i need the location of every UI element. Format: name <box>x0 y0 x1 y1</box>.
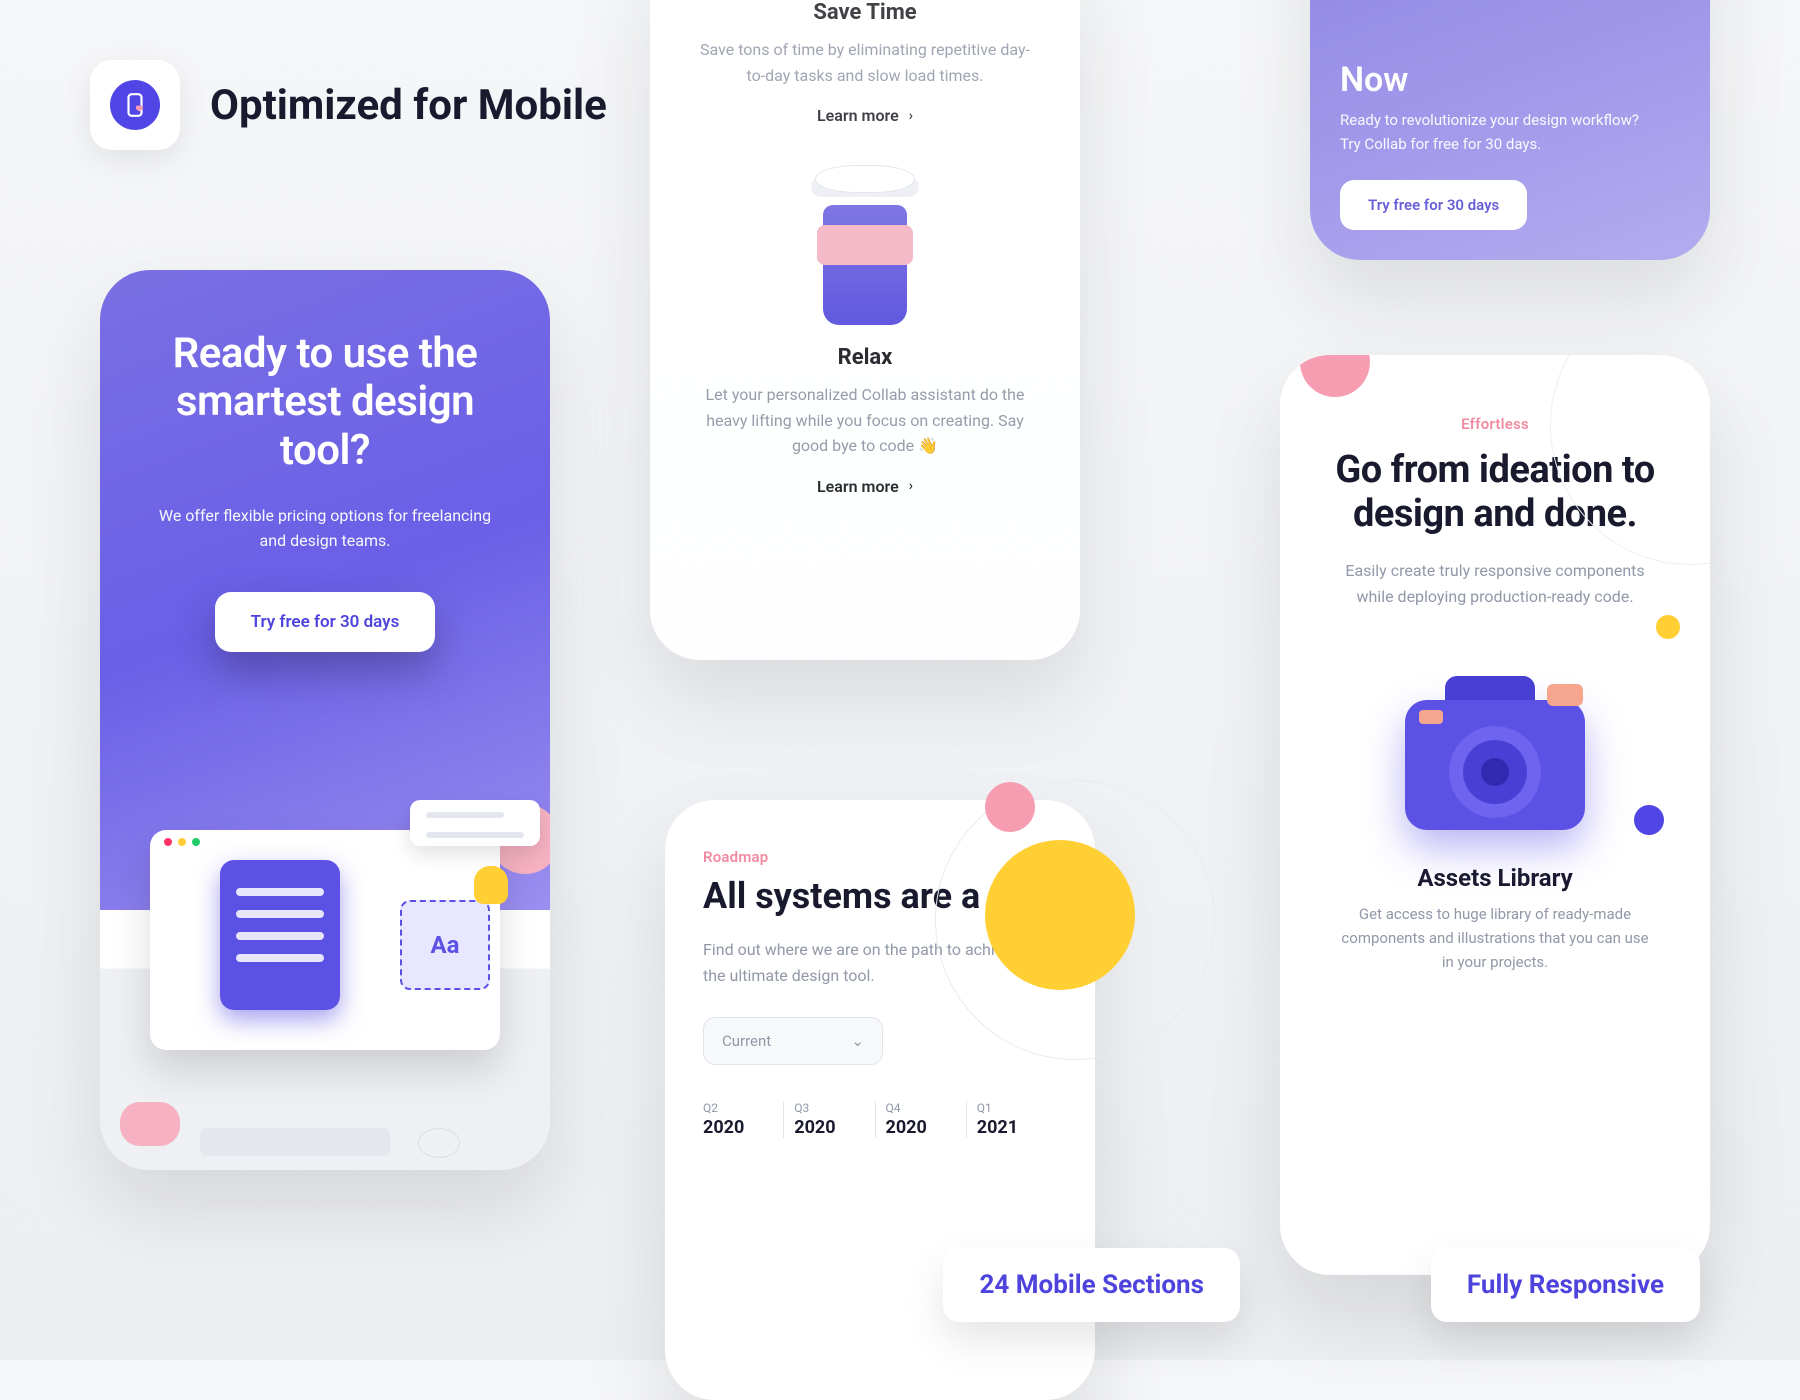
badge-mobile-sections: 24 Mobile Sections <box>943 1248 1240 1322</box>
mouse-icon <box>418 1128 460 1158</box>
roadmap-dropdown[interactable]: Current ⌄ <box>703 1017 883 1065</box>
try-now-title: Now <box>1340 60 1680 100</box>
timeline-quarter: Q2 <box>703 1101 783 1115</box>
decorative-dot-pink <box>985 782 1035 832</box>
decorative-dot-purple <box>1634 805 1664 835</box>
timeline-year: 2020 <box>703 1117 783 1138</box>
save-time-desc: Save tons of time by eliminating repetit… <box>670 37 1060 88</box>
assets-title: Assets Library <box>1318 864 1672 892</box>
timeline-year: 2020 <box>794 1117 874 1138</box>
features-card: Save Time Save tons of time by eliminati… <box>650 0 1080 660</box>
timeline-quarter: Q3 <box>794 1101 874 1115</box>
learn-more-label: Learn more <box>817 106 899 125</box>
timeline-item: Q3 2020 <box>783 1101 874 1138</box>
roadmap-timeline: Q2 2020 Q3 2020 Q4 2020 Q1 2021 <box>703 1101 1057 1138</box>
timeline-quarter: Q4 <box>886 1101 966 1115</box>
dropdown-label: Current <box>722 1032 771 1050</box>
timeline-year: 2021 <box>977 1117 1057 1138</box>
chat-bubble-icon <box>120 1102 180 1146</box>
try-now-cta-button[interactable]: Try free for 30 days <box>1340 180 1527 230</box>
learn-more-label: Learn more <box>817 477 899 496</box>
typography-icon: Aa <box>400 900 490 990</box>
bell-icon <box>474 866 508 904</box>
timeline-year: 2020 <box>886 1117 966 1138</box>
relax-learn-more-link[interactable]: Learn more › <box>817 477 913 496</box>
timeline-item: Q2 2020 <box>703 1101 783 1138</box>
hero-title: Ready to use the smartest design tool? <box>138 330 512 475</box>
badge-responsive: Fully Responsive <box>1431 1248 1700 1322</box>
decorative-dot-yellow <box>985 840 1135 990</box>
save-time-title: Save Time <box>670 0 1060 25</box>
try-now-desc: Ready to revolutionize your design workf… <box>1340 108 1680 156</box>
relax-title: Relax <box>670 345 1060 370</box>
chevron-right-icon: › <box>909 108 913 124</box>
try-now-card: Now Ready to revolutionize your design w… <box>1310 0 1710 260</box>
chevron-right-icon: › <box>909 478 913 494</box>
hero-desc: We offer flexible pricing options for fr… <box>138 503 512 554</box>
camera-icon <box>1395 670 1595 840</box>
timeline-quarter: Q1 <box>977 1101 1057 1115</box>
chevron-down-icon: ⌄ <box>851 1032 864 1050</box>
popup-icon <box>410 800 540 846</box>
decorative-dot-pink <box>1300 355 1370 397</box>
timeline-item: Q1 2021 <box>966 1101 1057 1138</box>
hero-cta-button[interactable]: Try free for 30 days <box>215 592 436 652</box>
mobile-heart-icon <box>110 80 160 130</box>
assets-desc: Get access to huge library of ready-made… <box>1318 902 1672 974</box>
relax-desc: Let your personalized Collab assistant d… <box>670 382 1060 459</box>
hero-card: Ready to use the smartest design tool? W… <box>100 270 550 1170</box>
effortless-desc: Easily create truly responsive component… <box>1318 558 1672 609</box>
keyboard-icon <box>200 1128 390 1156</box>
coffee-cup-icon <box>805 165 925 325</box>
hero-illustration: Aa <box>100 810 550 1170</box>
timeline-item: Q4 2020 <box>875 1101 966 1138</box>
save-time-learn-more-link[interactable]: Learn more › <box>817 106 913 125</box>
document-icon <box>220 860 340 1010</box>
decorative-dot-yellow <box>1656 615 1680 639</box>
effortless-card: Effortless Go from ideation to design an… <box>1280 355 1710 1275</box>
header-icon-box <box>90 60 180 150</box>
page-title: Optimized for Mobile <box>210 81 607 130</box>
